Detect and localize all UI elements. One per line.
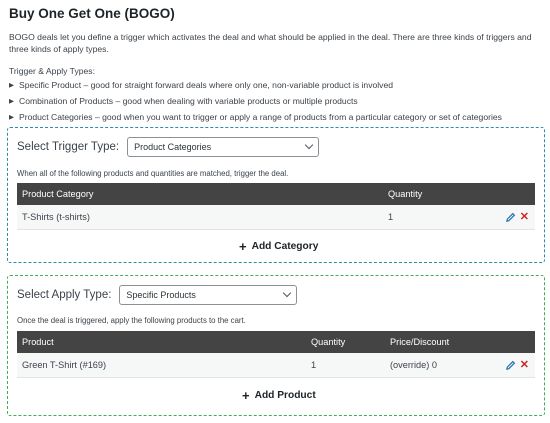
apply-type-select[interactable]: Specific Products [119,285,298,305]
price-cell: (override) 0 [390,360,437,370]
table-row: Green T-Shirt (#169) 1 (override) 0 ✕ [17,353,535,378]
x-icon[interactable]: ✕ [520,359,529,371]
column-header-price: Price/Discount [390,337,450,347]
apply-hint: Once the deal is triggered, apply the fo… [17,316,246,325]
trigger-hint: When all of the following products and q… [17,169,289,178]
quantity-cell: 1 [388,212,394,222]
triangle-right-icon: ▶ [9,114,14,121]
add-product-button[interactable]: + Add Product [242,389,316,402]
pencil-icon[interactable] [505,360,516,371]
chevron-down-icon [283,288,292,298]
type-item-text: Specific Product – good for straight for… [19,80,394,90]
page-title: Buy One Get One (BOGO) [9,6,175,21]
row-actions: ✕ [505,211,535,223]
row-actions: ✕ [505,359,535,371]
apply-type-value: Specific Products [126,290,196,300]
triangle-right-icon: ▶ [9,82,14,89]
plus-icon: + [242,388,250,403]
product-cell: Green T-Shirt (#169) [22,360,107,370]
table-header: Product Quantity Price/Discount [17,331,535,353]
list-item: ▶ Combination of Products – good when de… [9,93,549,109]
column-header-quantity: Quantity [311,337,346,347]
list-item: ▶ Product Categories – good when you wan… [9,109,549,125]
type-item-text: Product Categories – good when you want … [19,112,502,122]
add-category-button[interactable]: + Add Category [239,240,318,253]
category-cell: T-Shirts (t-shirts) [22,212,90,222]
trigger-table: Product Category Quantity T-Shirts (t-sh… [17,183,535,230]
chevron-down-icon [304,140,314,150]
list-item: ▶ Specific Product – good for straight f… [9,77,549,93]
quantity-cell: 1 [311,360,317,370]
trigger-type-label: Select Trigger Type: [17,141,120,153]
add-product-label: Add Product [254,390,316,401]
types-label: Trigger & Apply Types: [9,66,95,76]
pencil-icon[interactable] [505,212,516,223]
type-item-text: Combination of Products – good when deal… [19,96,358,106]
apply-type-label: Select Apply Type: [17,289,112,301]
column-header-quantity: Quantity [388,189,423,199]
add-category-label: Add Category [251,241,319,252]
table-header: Product Category Quantity [17,183,535,205]
trigger-section: Select Trigger Type: Product Categories … [7,127,545,263]
trigger-type-select[interactable]: Product Categories [127,137,320,157]
column-header-category: Product Category [22,189,94,199]
column-header-product: Product [22,337,54,347]
apply-type-row: Select Apply Type: Specific Products [17,285,298,305]
x-icon[interactable]: ✕ [520,211,529,223]
trigger-type-value: Product Categories [134,142,212,152]
plus-icon: + [239,239,247,254]
table-row: T-Shirts (t-shirts) 1 ✕ [17,205,535,230]
intro-text: BOGO deals let you define a trigger whic… [9,32,532,54]
apply-table: Product Quantity Price/Discount Green T-… [17,331,535,378]
types-list: ▶ Specific Product – good for straight f… [9,77,549,125]
triangle-right-icon: ▶ [9,98,14,105]
trigger-type-row: Select Trigger Type: Product Categories [17,137,320,157]
apply-section: Select Apply Type: Specific Products Onc… [7,275,545,416]
